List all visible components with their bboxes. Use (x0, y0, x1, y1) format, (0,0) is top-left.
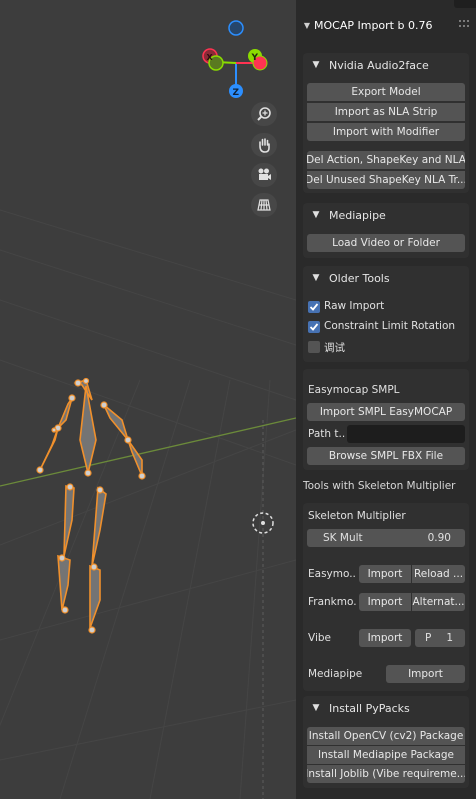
section-title: Nvidia Audio2face (329, 58, 429, 72)
raw-import-checkbox[interactable] (308, 301, 320, 313)
vibe-import-button[interactable]: Import (359, 629, 411, 647)
panel-corner[interactable] (454, 0, 476, 8)
section-header[interactable]: ▼ Mediapipe (303, 203, 469, 227)
constraint-limit-rotation-label: Constraint Limit Rotation (324, 320, 456, 332)
section-older-tools: ▼ Older Tools Raw Import Constraint Limi… (303, 266, 469, 362)
neg-z-axis-icon (228, 20, 244, 36)
import-smpl-easymocap-button[interactable]: Import SMPL EasyMOCAP (307, 403, 465, 421)
expand-arrow-icon[interactable]: ▼ (303, 273, 329, 283)
section-title: Install PyPacks (329, 701, 410, 715)
easymocap-row-label: Easymo... (308, 568, 356, 580)
armature (39, 379, 143, 629)
svg-text:Z: Z (233, 88, 240, 98)
path-input[interactable] (347, 425, 465, 443)
panel-title: MOCAP Import b 0.76 (314, 18, 433, 32)
del-action-shapekey-button[interactable]: Del Action, ShapeKey and NLA (307, 151, 465, 169)
expand-arrow-icon[interactable]: ▼ (303, 210, 329, 220)
vibe-p-field[interactable]: P 1 (415, 629, 465, 647)
import-modifier-button[interactable]: Import with Modifier (307, 123, 465, 141)
frankmocap-alternate-button[interactable]: Alternat... (412, 593, 465, 611)
section-header[interactable]: ▼ Install PyPacks (303, 696, 469, 720)
section-easymocap-smpl: Easymocap SMPL Import SMPL EasyMOCAP Pat… (303, 369, 469, 470)
section-mediapipe: ▼ Mediapipe Load Video or Folder (303, 203, 469, 258)
constraint-limit-rotation-checkbox[interactable] (308, 321, 320, 333)
collapse-arrow-icon[interactable]: ▼ (300, 21, 314, 30)
mediapipe-row-label: Mediapipe (308, 668, 363, 680)
debug-label: 调试 (324, 342, 345, 354)
section-title: Mediapipe (329, 208, 386, 222)
import-nla-strip-button[interactable]: Import as NLA Strip (307, 103, 465, 121)
drag-grip-icon[interactable] (459, 19, 469, 29)
svg-text:X: X (207, 53, 214, 62)
install-mediapipe-button[interactable]: Install Mediapipe Package (307, 746, 465, 764)
section-header[interactable]: ▼ Older Tools (303, 266, 469, 290)
easymocap-import-button[interactable]: Import (359, 565, 411, 583)
section-header[interactable]: ▼ Nvidia Audio2face (303, 53, 469, 77)
sk-mult-field[interactable]: SK Mult 0.90 (307, 529, 465, 547)
svg-text:Y: Y (251, 53, 259, 63)
easymocap-title: Easymocap SMPL (308, 384, 400, 396)
install-opencv-button[interactable]: Install OpenCV (cv2) Package (307, 727, 465, 745)
mediapipe-import-button[interactable]: Import (386, 665, 465, 683)
frankmocap-row-label: Frankmo... (308, 596, 356, 608)
skeleton-multiplier-title: Skeleton Multiplier (308, 510, 406, 522)
hand-pan-icon[interactable] (251, 133, 277, 157)
del-unused-shapekey-button[interactable]: Del Unused ShapeKey NLA Tr... (307, 171, 465, 189)
section-install-pypacks: ▼ Install PyPacks Install OpenCV (cv2) P… (303, 696, 469, 788)
3d-cursor-icon (252, 512, 274, 534)
frankmocap-import-button[interactable]: Import (359, 593, 411, 611)
skeleton-multiplier-heading: Tools with Skeleton Multiplier (303, 480, 456, 492)
easymocap-reload-button[interactable]: Reload ... (412, 565, 465, 583)
export-model-button[interactable]: Export Model (307, 83, 465, 101)
section-nvidia-audio2face: ▼ Nvidia Audio2face Export Model Import … (303, 53, 469, 193)
vibe-row-label: Vibe (308, 632, 331, 644)
panel-title-bar[interactable]: ▼ MOCAP Import b 0.76 (300, 12, 470, 38)
grid-view-icon[interactable] (251, 193, 277, 217)
section-skeleton-multiplier: Skeleton Multiplier SK Mult 0.90 Easymo.… (303, 503, 469, 691)
debug-checkbox[interactable] (308, 341, 320, 353)
expand-arrow-icon[interactable]: ▼ (303, 703, 329, 713)
zoom-icon[interactable] (251, 102, 277, 126)
path-label: Path t... (308, 428, 346, 440)
browse-smpl-fbx-button[interactable]: Browse SMPL FBX File (307, 447, 465, 465)
camera-icon[interactable] (251, 163, 277, 187)
install-joblib-button[interactable]: Install Joblib (Vibe requireme... (307, 765, 465, 783)
3d-viewport[interactable]: Z Y X (0, 0, 296, 799)
navigation-gizmo[interactable]: Z Y X (196, 16, 280, 100)
load-video-folder-button[interactable]: Load Video or Folder (307, 234, 465, 252)
raw-import-label: Raw Import (324, 300, 385, 312)
expand-arrow-icon[interactable]: ▼ (303, 60, 329, 70)
section-title: Older Tools (329, 271, 390, 285)
